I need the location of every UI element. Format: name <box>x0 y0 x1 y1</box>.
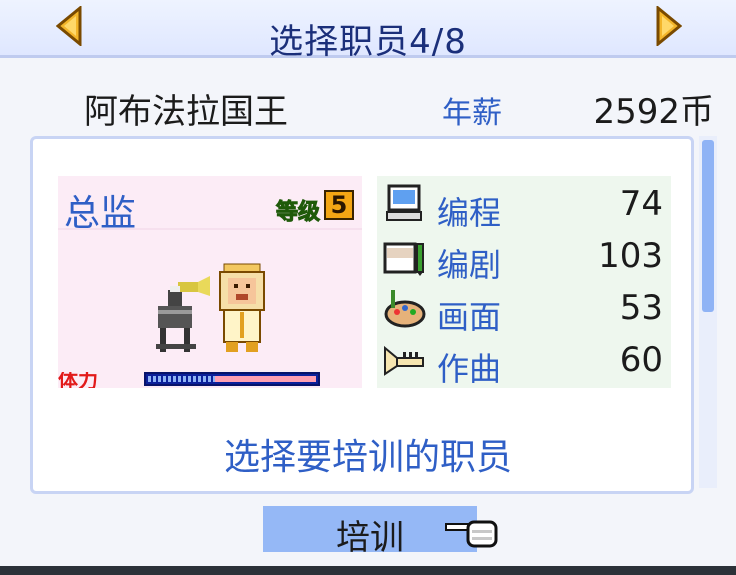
employee-sprite-icon <box>156 263 265 352</box>
header-bar: 选择职员4/8 <box>0 0 736 62</box>
level-badge: 5 <box>324 190 354 220</box>
computer-icon <box>386 184 422 221</box>
employee-card[interactable]: 总监 等级 5 体力 <box>58 176 362 388</box>
bottom-bar <box>0 566 736 575</box>
scrollbar-thumb[interactable] <box>702 140 714 312</box>
palette-icon <box>384 290 426 328</box>
next-arrow-button[interactable] <box>656 6 682 46</box>
book-pen-icon <box>383 242 424 276</box>
salary-value: 2592币 <box>593 92 714 132</box>
skill-row-scenario: 编剧 103 <box>377 228 671 284</box>
employee-summary-row: 阿布法拉国王 年薪 2592币 <box>0 76 736 136</box>
stamina-label: 体力 <box>58 372 98 388</box>
skill-value: 60 <box>619 340 663 380</box>
pointing-hand-icon <box>445 520 498 548</box>
stamina-bar-fill <box>148 376 215 382</box>
card-divider <box>58 228 362 230</box>
skill-value: 53 <box>619 288 663 328</box>
employee-name: 阿布法拉国王 <box>84 92 288 132</box>
skill-label: 作曲 <box>437 350 502 388</box>
skill-value: 103 <box>598 236 663 276</box>
stamina-bar-remainder <box>215 376 316 382</box>
page-title: 选择职员4/8 <box>269 22 467 62</box>
skill-value: 74 <box>619 184 663 224</box>
trumpet-icon <box>384 345 424 376</box>
instruction-text: 选择要培训的职员 <box>223 437 512 478</box>
skill-row-music: 作曲 60 <box>377 332 671 388</box>
level-label: 等级 <box>275 200 321 226</box>
salary-label: 年薪 <box>442 96 502 131</box>
skill-row-programming: 编程 74 <box>377 176 671 232</box>
skills-panel: 编程 74 编剧 103 画面 53 作曲 60 <box>377 176 671 388</box>
skill-row-graphics: 画面 53 <box>377 280 671 336</box>
stamina-bar <box>144 372 320 386</box>
